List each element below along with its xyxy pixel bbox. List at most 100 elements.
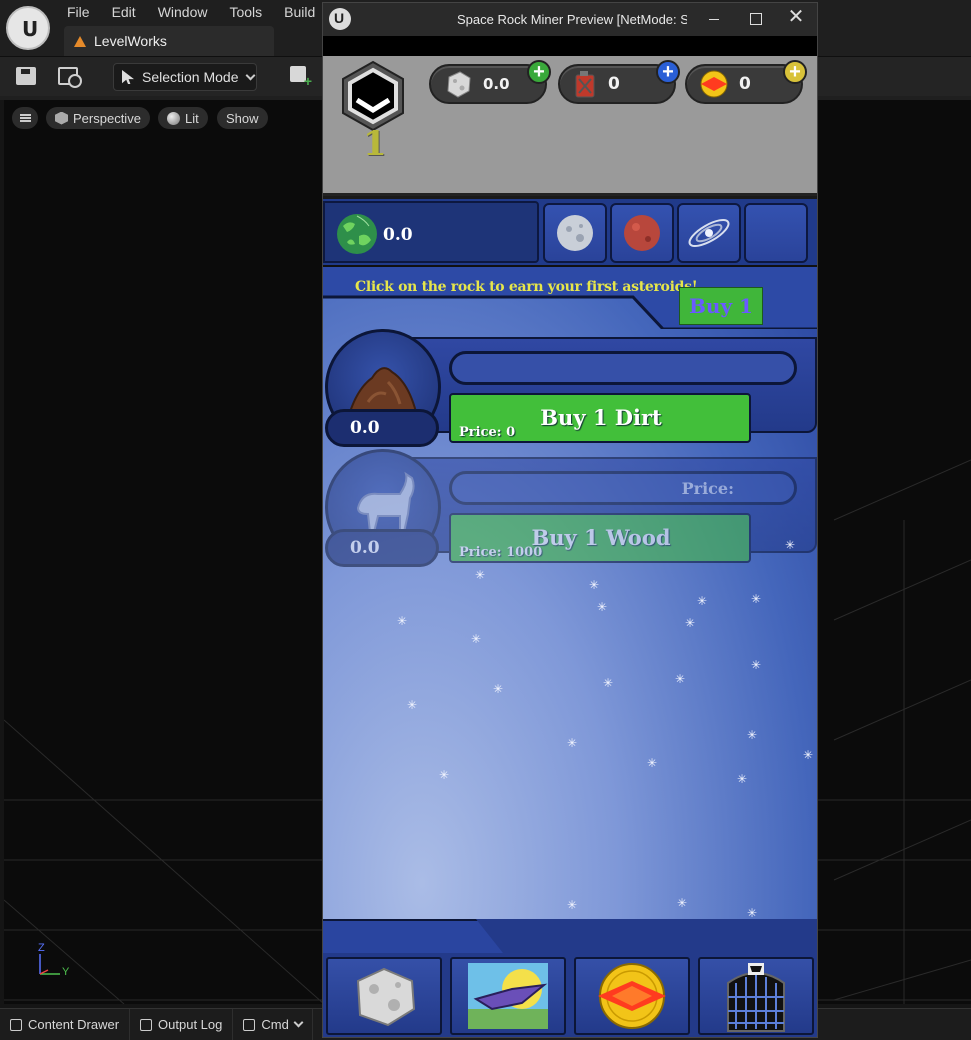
svg-text:U: U — [22, 17, 38, 41]
menu-window[interactable]: Window — [147, 0, 219, 24]
nav-spaceship-button[interactable] — [450, 957, 566, 1035]
star-decoration: ✳ — [493, 682, 504, 696]
buy-multiplier-button[interactable]: Buy 1 — [679, 287, 763, 325]
log-icon — [140, 1018, 153, 1031]
star-decoration: ✳ — [597, 600, 608, 614]
menu-bar: File Edit Window Tools Build — [56, 0, 326, 24]
content-drawer-button[interactable]: Content Drawer — [0, 1009, 131, 1040]
tab-galaxy[interactable] — [677, 203, 741, 263]
drawer-icon — [10, 1018, 22, 1031]
level-hexagon-icon — [342, 60, 404, 132]
shop-icon — [727, 963, 785, 1032]
unreal-small-icon — [329, 8, 351, 30]
viewport-menu-button[interactable] — [12, 107, 38, 129]
chevron-down-icon — [293, 1017, 304, 1028]
menu-edit[interactable]: Edit — [101, 0, 147, 24]
compass-token-icon — [700, 70, 728, 98]
menu-tools[interactable]: Tools — [218, 0, 273, 24]
game-preview-window: Space Rock Miner Preview [NetMode: S ✕ 1… — [322, 2, 818, 1038]
galaxy-icon — [688, 219, 730, 247]
spaceship-icon — [468, 963, 548, 1029]
level-icon — [74, 35, 86, 47]
star-decoration: ✳ — [603, 676, 614, 690]
hud-bar: 1 0.0 + 0 + 0 + — [323, 56, 817, 196]
level-tab[interactable]: LevelWorks — [64, 26, 274, 56]
star-decoration: ✳ — [803, 748, 814, 762]
compass-icon — [598, 963, 666, 1029]
menu-file[interactable]: File — [56, 0, 101, 24]
terminal-icon — [243, 1018, 256, 1031]
star-decoration: ✳ — [397, 614, 408, 628]
browse-icon[interactable] — [58, 67, 82, 88]
add-rocks-button[interactable]: + — [527, 60, 551, 84]
resource-strip: 0.0 — [323, 199, 817, 267]
nav-shop-button[interactable] — [698, 957, 814, 1035]
close-button[interactable]: ✕ — [775, 3, 817, 36]
star-decoration: ✳ — [747, 906, 758, 920]
star-decoration: ✳ — [677, 896, 688, 910]
asteroid-icon — [356, 967, 416, 1027]
producer-wood: 0.0 Price: Buy 1 Wood Price: 1000 — [323, 449, 817, 567]
save-icon[interactable] — [16, 67, 36, 85]
earth-icon — [337, 214, 377, 254]
nav-asteroid-button[interactable] — [326, 957, 442, 1035]
buy-dirt-button[interactable]: Buy 1 Dirt Price: 0 — [449, 393, 751, 443]
lit-label: Lit — [185, 110, 199, 126]
show-label: Show — [226, 110, 259, 126]
tab-mars[interactable] — [610, 203, 674, 263]
tab-moon[interactable] — [543, 203, 607, 263]
star-decoration: ✳ — [747, 728, 758, 742]
star-decoration: ✳ — [737, 772, 748, 786]
show-button[interactable]: Show — [217, 107, 268, 129]
rocks-counter: 0.0 + — [429, 60, 551, 104]
tutorial-hint: Click on the rock to earn your first ast… — [355, 279, 698, 295]
output-log-button[interactable]: Output Log — [130, 1009, 234, 1040]
nav-notch — [323, 919, 503, 953]
output-log-label: Output Log — [158, 1017, 223, 1032]
cmd-button[interactable]: Cmd — [233, 1009, 313, 1040]
sphere-icon — [167, 111, 180, 125]
menu-build[interactable]: Build — [273, 0, 326, 24]
player-level: 1 — [363, 124, 387, 164]
cube-icon — [55, 111, 68, 125]
window-top-bar — [323, 36, 817, 56]
tokens-value: 0 — [739, 74, 751, 94]
nav-compass-button[interactable] — [574, 957, 690, 1035]
producer-count: 0.0 — [325, 529, 439, 567]
bottom-navigation — [323, 919, 817, 1037]
tab-empty-slot[interactable] — [744, 203, 808, 263]
star-decoration: ✳ — [751, 658, 762, 672]
rocks-value: 0.0 — [483, 75, 510, 93]
planet-resource-value: 0.0 — [383, 225, 413, 245]
chevron-down-icon — [245, 70, 255, 80]
perspective-button[interactable]: Perspective — [46, 107, 150, 129]
selection-mode-dropdown[interactable]: Selection Mode — [113, 63, 257, 91]
content-drawer-label: Content Drawer — [28, 1017, 120, 1032]
fuel-can-icon — [575, 71, 595, 98]
add-fuel-button[interactable]: + — [656, 60, 680, 84]
star-decoration: ✳ — [675, 672, 686, 686]
star-decoration: ✳ — [475, 568, 486, 582]
minimize-button[interactable] — [693, 3, 735, 36]
maximize-button[interactable] — [734, 3, 776, 36]
buy-dirt-price: Price: 0 — [459, 425, 516, 440]
hamburger-icon — [19, 114, 31, 122]
star-decoration: ✳ — [567, 898, 578, 912]
fuel-value: 0 — [608, 74, 620, 94]
tokens-counter: 0 + — [685, 60, 807, 104]
progress-price-label: Price: — [681, 479, 734, 498]
lit-button[interactable]: Lit — [158, 107, 208, 129]
add-tokens-button[interactable]: + — [783, 60, 807, 84]
window-titlebar[interactable]: Space Rock Miner Preview [NetMode: S ✕ — [323, 3, 817, 36]
moon-icon — [557, 215, 593, 251]
star-decoration: ✳ — [589, 578, 600, 592]
unreal-logo[interactable]: U — [6, 6, 50, 50]
fuel-counter: 0 + — [558, 60, 680, 104]
window-title: Space Rock Miner Preview [NetMode: S — [457, 12, 687, 27]
star-decoration: ✳ — [647, 756, 658, 770]
buy-wood-button[interactable]: Buy 1 Wood Price: 1000 — [449, 513, 751, 563]
z-axis-label: Z — [38, 942, 45, 954]
add-actor-icon[interactable] — [290, 66, 312, 89]
planet-resource-box: 0.0 — [323, 201, 539, 263]
selection-mode-label: Selection Mode — [142, 69, 239, 85]
